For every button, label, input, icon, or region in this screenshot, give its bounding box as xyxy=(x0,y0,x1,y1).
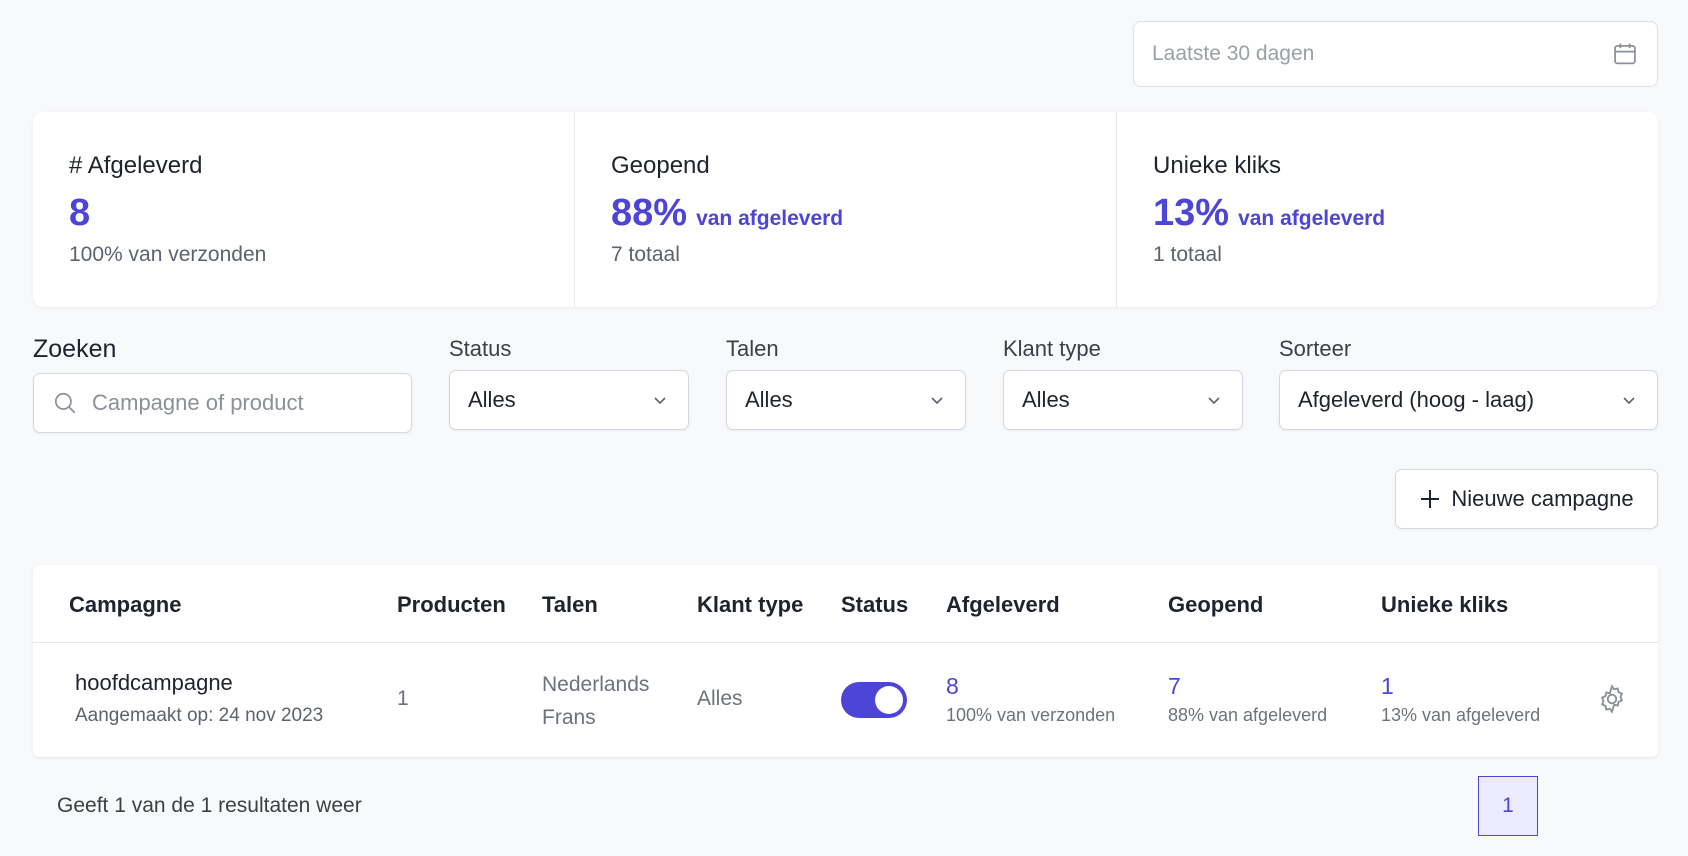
search-label: Zoeken xyxy=(33,335,117,363)
delivered-count[interactable]: 8 xyxy=(946,673,1115,700)
stat-value: 88% xyxy=(611,192,688,234)
delivered-cell: 8 100% van verzonden xyxy=(946,673,1115,726)
chevron-down-icon xyxy=(931,397,943,405)
customer-type-value: Alles xyxy=(697,687,743,710)
opened-subtext: 88% van afgeleverd xyxy=(1168,705,1328,725)
header-afgeleverd[interactable]: Afgeleverd xyxy=(946,592,1060,618)
results-count-text: Geeft 1 van de 1 resultaten weer xyxy=(57,794,362,817)
header-campagne[interactable]: Campagne xyxy=(69,592,181,618)
stat-label: # Afgeleverd xyxy=(69,152,203,179)
campaign-cell: hoofdcampagne Aangemaakt op: 24 nov 2023 xyxy=(75,670,323,727)
unique-clicks-count[interactable]: 1 xyxy=(1381,673,1540,700)
chevron-down-icon xyxy=(1623,397,1635,405)
stat-value: 13% xyxy=(1153,192,1230,234)
plus-icon xyxy=(1421,490,1440,508)
status-select-value: Alles xyxy=(468,387,516,412)
sorteer-filter-label: Sorteer xyxy=(1279,336,1352,361)
settings-button[interactable] xyxy=(1596,683,1628,721)
toggle-knob xyxy=(875,686,903,714)
unique-clicks-subtext: 13% van afgeleverd xyxy=(1381,705,1541,725)
stat-unique-clicks: Unieke kliks 13% van afgeleverd 1 totaal xyxy=(1117,112,1658,307)
header-status[interactable]: Status xyxy=(841,592,908,618)
language-item: Nederlands xyxy=(542,673,650,696)
search-input[interactable] xyxy=(92,390,392,416)
header-geopend[interactable]: Geopend xyxy=(1168,592,1263,618)
klant-type-select-value: Alles xyxy=(1022,387,1070,412)
new-campaign-label: Nieuwe campagne xyxy=(1451,486,1634,511)
search-icon xyxy=(54,392,76,414)
pagination-page-button[interactable]: 1 xyxy=(1478,776,1538,836)
date-range-picker[interactable]: Laatste 30 dagen xyxy=(1133,21,1658,87)
table-row[interactable]: hoofdcampagne Aangemaakt op: 24 nov 2023… xyxy=(33,643,1658,757)
language-item: Frans xyxy=(542,706,596,729)
products-count: 1 xyxy=(397,687,409,710)
header-klant-type[interactable]: Klant type xyxy=(697,592,803,618)
chevron-down-icon xyxy=(1208,397,1220,405)
campaigns-table: Campagne Producten Talen Klant type Stat… xyxy=(33,565,1658,757)
date-range-text: Laatste 30 dagen xyxy=(1152,42,1315,65)
unique-clicks-cell: 1 13% van afgeleverd xyxy=(1381,673,1540,726)
header-unieke-kliks[interactable]: Unieke kliks xyxy=(1381,592,1508,618)
toggle-switch[interactable] xyxy=(841,682,907,718)
status-filter-label: Status xyxy=(449,336,512,361)
stat-subtext: 1 totaal xyxy=(1153,243,1222,266)
stat-value: 8 xyxy=(69,192,91,234)
status-toggle[interactable] xyxy=(841,682,907,718)
stat-delivered: # Afgeleverd 8 100% van verzonden xyxy=(33,112,575,307)
talen-select[interactable]: Alles xyxy=(726,370,966,430)
opened-cell: 7 88% van afgeleverd xyxy=(1168,673,1327,726)
header-talen[interactable]: Talen xyxy=(542,592,598,618)
table-header: Campagne Producten Talen Klant type Stat… xyxy=(33,565,1658,643)
calendar-icon xyxy=(1614,43,1636,65)
stat-subtext: 7 totaal xyxy=(611,243,680,266)
stats-panel: # Afgeleverd 8 100% van verzonden Geopen… xyxy=(33,112,1658,307)
delivered-subtext: 100% van verzonden xyxy=(946,705,1116,725)
status-select[interactable]: Alles xyxy=(449,370,689,430)
search-box xyxy=(33,373,412,433)
languages-cell: Nederlands Frans xyxy=(542,668,649,734)
stat-label: Geopend xyxy=(611,152,710,179)
chevron-down-icon xyxy=(654,397,666,405)
stat-label: Unieke kliks xyxy=(1153,152,1282,179)
header-producten[interactable]: Producten xyxy=(397,592,506,618)
new-campaign-button[interactable]: Nieuwe campagne xyxy=(1395,469,1658,529)
campaign-name[interactable]: hoofdcampagne xyxy=(75,670,323,696)
sort-select-value: Afgeleverd (hoog - laag) xyxy=(1298,387,1535,412)
gear-icon xyxy=(1600,684,1624,714)
stat-subtext: 100% van verzonden xyxy=(69,243,267,266)
stat-suffix: van afgeleverd xyxy=(1238,207,1386,230)
talen-select-value: Alles xyxy=(745,387,793,412)
stat-opened: Geopend 88% van afgeleverd 7 totaal xyxy=(575,112,1117,307)
opened-count[interactable]: 7 xyxy=(1168,673,1327,700)
campaign-created-date: Aangemaakt op: 24 nov 2023 xyxy=(75,705,324,726)
talen-filter-label: Talen xyxy=(726,336,779,361)
sort-select[interactable]: Afgeleverd (hoog - laag) xyxy=(1279,370,1658,430)
klant-type-filter-label: Klant type xyxy=(1003,336,1101,361)
klant-type-select[interactable]: Alles xyxy=(1003,370,1243,430)
stat-suffix: van afgeleverd xyxy=(696,207,844,230)
